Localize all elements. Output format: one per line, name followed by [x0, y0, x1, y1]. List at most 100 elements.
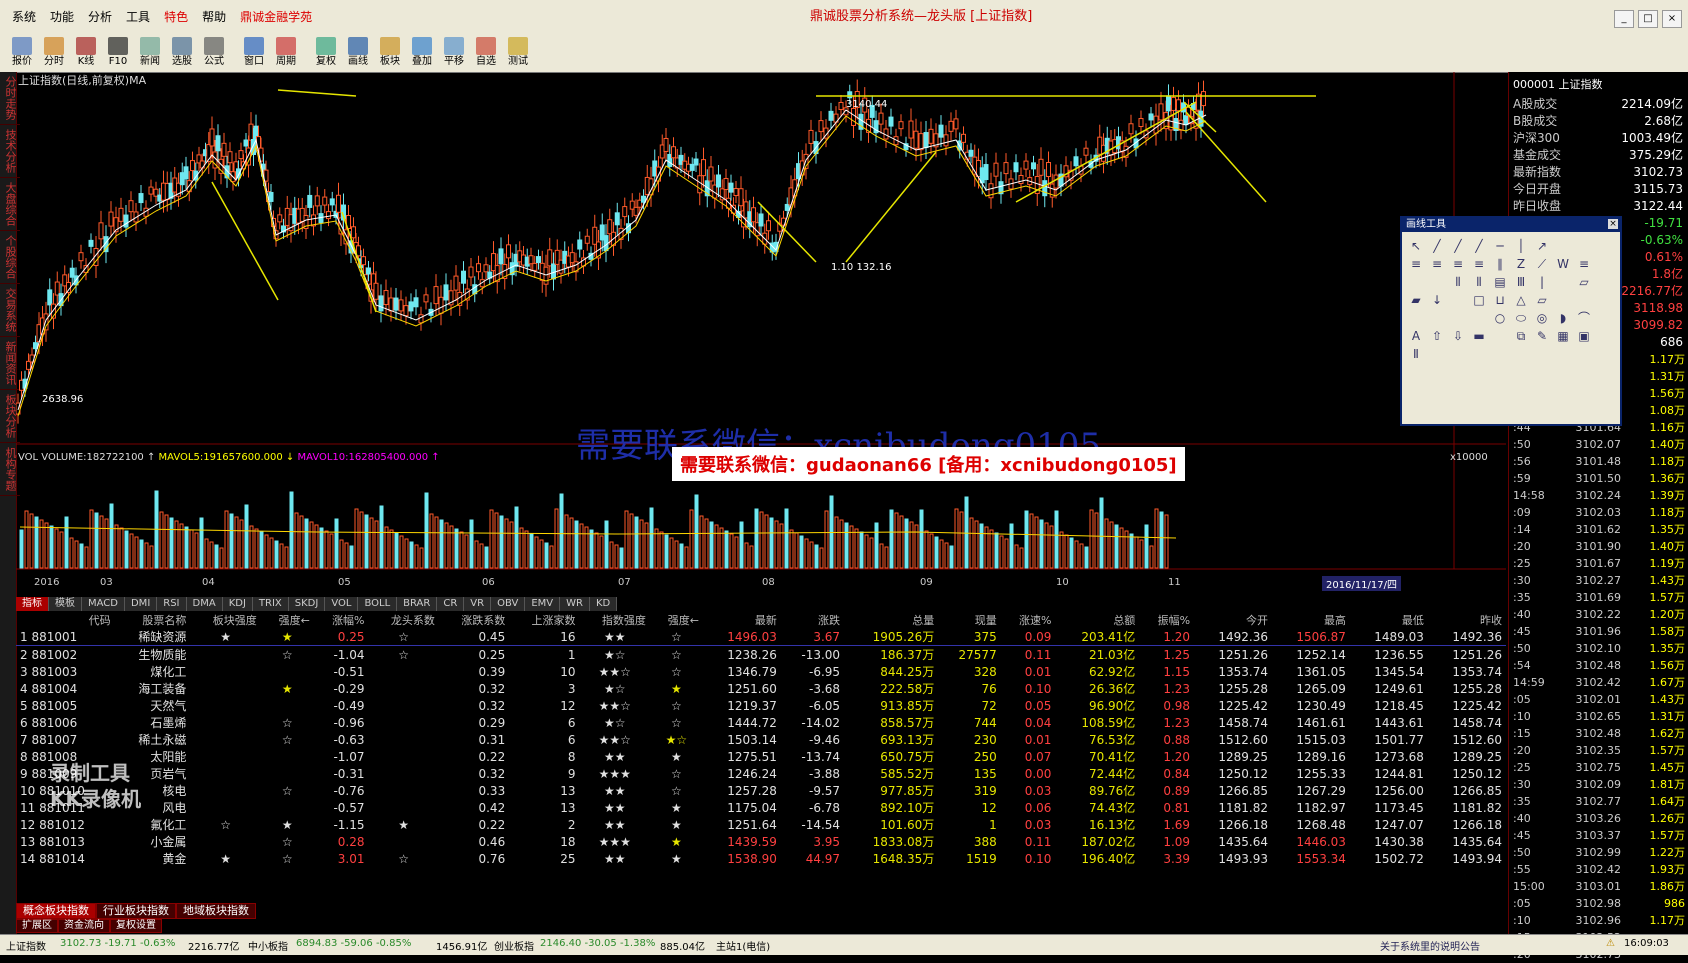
toolbar-button[interactable]: 窗口	[240, 34, 268, 72]
column-header[interactable]: 上涨家数	[509, 612, 579, 628]
drawing-tool-icon[interactable]: ◎	[1534, 310, 1550, 326]
drawing-tool-icon[interactable]: ↓	[1429, 292, 1445, 308]
drawing-tool-icon[interactable]: ⊔	[1492, 292, 1508, 308]
toolbar-button[interactable]: 选股	[168, 34, 196, 72]
drawing-tool-icon[interactable]: ≡	[1408, 256, 1424, 272]
column-header[interactable]: 涨幅%	[314, 612, 369, 628]
indicator-tab[interactable]: KD	[589, 597, 618, 611]
column-header[interactable]: 代码	[16, 612, 115, 628]
toolbar-button[interactable]: 复权	[312, 34, 340, 72]
drawing-tool-icon[interactable]: ⦀	[1471, 274, 1487, 290]
drawing-tool-icon[interactable]: ↗	[1534, 238, 1550, 254]
drawing-tool-icon[interactable]: Z	[1513, 256, 1529, 272]
table-row[interactable]: 13 881013 小金属 ☆ 0.28 0.46 18 ★★★ ★ 1439.59 3.95 18…	[16, 833, 1506, 850]
drawing-tool-icon[interactable]: ▤	[1492, 274, 1508, 290]
drawing-tool-icon[interactable]: ╱	[1471, 238, 1487, 254]
table-row[interactable]: 8 881008 太阳能 -1.07 0.22 8 ★★ ★ 1275.51 -13.74 650…	[16, 748, 1506, 765]
drawing-tool-icon[interactable]: ↖	[1408, 238, 1424, 254]
indicator-tab[interactable]: WR	[560, 597, 590, 611]
column-header[interactable]: 最高	[1272, 612, 1350, 628]
drawing-tool-icon[interactable]: ≡	[1429, 256, 1445, 272]
table-row[interactable]: 14 881014 黄金 ★ ☆ 3.01 ☆ 0.76 25 ★★ ★ 1538.90 44.97 1…	[16, 850, 1506, 867]
indicator-tab[interactable]: SKDJ	[288, 597, 326, 611]
table-row[interactable]: 12 881012 氟化工 ☆ ★ -1.15 ★ 0.22 2 ★★ ★ 1251.64 -14.5…	[16, 816, 1506, 833]
drawing-tool-icon[interactable]: ▣	[1576, 328, 1592, 344]
column-header[interactable]: 涨跌系数	[439, 612, 509, 628]
indicator-tab[interactable]: MACD	[82, 597, 125, 611]
palette-titlebar[interactable]: 画线工具 ×	[1402, 218, 1620, 232]
indicator-tab[interactable]: RSI	[157, 597, 187, 611]
toolbar-button[interactable]: 新闻	[136, 34, 164, 72]
extra-tab[interactable]: 资金流向	[58, 919, 110, 933]
drawing-tool-icon[interactable]: ╱	[1450, 238, 1466, 254]
drawing-tool-icon[interactable]: ≡	[1471, 256, 1487, 272]
indicator-tab[interactable]: EMV	[525, 597, 561, 611]
drawing-tool-icon[interactable]: ▬	[1471, 328, 1487, 344]
drawing-tool-icon[interactable]: ≡	[1576, 256, 1592, 272]
menu-item[interactable]: 系统	[12, 6, 36, 28]
drawing-tool-icon[interactable]: △	[1513, 292, 1529, 308]
column-header[interactable]: 强度←	[261, 612, 314, 628]
toolbar-button[interactable]: 测试	[504, 34, 532, 72]
table-row[interactable]: 1 881001 稀缺资源 ★ ★ 0.25 ☆ 0.45 16 ★★ ☆ 1496.03 3.67 1…	[16, 628, 1506, 646]
drawing-tool-icon[interactable]: ▰	[1408, 292, 1424, 308]
column-header[interactable]: 最新	[703, 612, 781, 628]
column-header[interactable]: 现量	[938, 612, 1000, 628]
column-header[interactable]: 最低	[1350, 612, 1428, 628]
column-header[interactable]: 昨收	[1428, 612, 1506, 628]
drawing-tool-icon[interactable]: ⇧	[1429, 328, 1445, 344]
indicator-tab[interactable]: 指标	[16, 597, 49, 611]
sector-tab[interactable]: 概念板块指数	[16, 903, 96, 919]
extra-tab[interactable]: 扩展区	[16, 919, 58, 933]
toolbar-button[interactable]: 周期	[272, 34, 300, 72]
table-row[interactable]: 6 881006 石墨烯 ☆ -0.96 0.29 6 ★☆ ☆ 1444.72 -14.02 85…	[16, 714, 1506, 731]
toolbar-button[interactable]: F10	[104, 34, 132, 72]
close-button[interactable]: ×	[1662, 10, 1682, 28]
table-row[interactable]: 10 881010 核电 ☆ -0.76 0.33 13 ★★ ☆ 1257.28 -9.57 97…	[16, 782, 1506, 799]
table-row[interactable]: 11 881011 风电 -0.57 0.42 13 ★★ ★ 1175.04 -6.78 892…	[16, 799, 1506, 816]
column-header[interactable]: 龙头系数	[369, 612, 439, 628]
drawing-tool-icon[interactable]: ⧉	[1513, 328, 1529, 344]
drawing-tool-icon[interactable]: □	[1471, 292, 1487, 308]
menu-item[interactable]: 特色	[164, 6, 188, 28]
indicator-tab[interactable]: CR	[437, 597, 465, 611]
column-header[interactable]: 振幅%	[1139, 612, 1194, 628]
drawing-tool-icon[interactable]: ○	[1492, 310, 1508, 326]
indicator-tab[interactable]: BRAR	[397, 597, 438, 611]
drawing-tool-icon[interactable]: ✎	[1534, 328, 1550, 344]
indicator-tab[interactable]: OBV	[491, 597, 526, 611]
status-notice[interactable]: 关于系统里的说明公告	[1380, 938, 1480, 953]
drawing-tool-icon[interactable]: A	[1408, 328, 1424, 344]
status-sh-label[interactable]: 上证指数	[6, 938, 46, 953]
drawing-tool-icon[interactable]: ─	[1492, 238, 1508, 254]
column-header[interactable]: 指数强度	[580, 612, 650, 628]
column-header[interactable]: 股票名称	[115, 612, 191, 628]
menu-item[interactable]: 鼎诚金融学苑	[240, 6, 312, 28]
indicator-tab[interactable]: KDJ	[222, 597, 253, 611]
column-header[interactable]: 涨跌	[781, 612, 844, 628]
drawing-tool-icon[interactable]: ≡	[1450, 256, 1466, 272]
minimize-button[interactable]: _	[1614, 10, 1634, 28]
column-header[interactable]: 总额	[1055, 612, 1139, 628]
drawing-tool-icon[interactable]: ⇩	[1450, 328, 1466, 344]
column-header[interactable]: 今开	[1194, 612, 1272, 628]
drawing-tools-palette[interactable]: 画线工具 × ↖ ╱ ╱ ╱ ─ │ ↗ ≡ ≡ ≡ ≡ ∥ Z ⟋ W ≡ ⦀ ⦀ ▤ Ⅲ | ▱ ▰ ↓ □ ⊔ △ ▱ ○ ⬭ ◎ ◗ ⌒…	[1400, 216, 1622, 426]
drawing-tool-icon[interactable]: W	[1555, 256, 1571, 272]
toolbar-button[interactable]: 分时	[40, 34, 68, 72]
column-header[interactable]: 强度←	[650, 612, 703, 628]
menu-item[interactable]: 功能	[50, 6, 74, 28]
menu-item[interactable]: 分析	[88, 6, 112, 28]
indicator-tab[interactable]: DMI	[124, 597, 158, 611]
drawing-tool-icon[interactable]: ⌒	[1576, 310, 1592, 326]
toolbar-button[interactable]: 板块	[376, 34, 404, 72]
drawing-tool-icon[interactable]: ∥	[1492, 256, 1508, 272]
menu-item[interactable]: 帮助	[202, 6, 226, 28]
indicator-tab[interactable]: BOLL	[358, 597, 398, 611]
column-header[interactable]: 涨速%	[1001, 612, 1056, 628]
indicator-tab[interactable]: DMA	[186, 597, 223, 611]
toolbar-button[interactable]: 自选	[472, 34, 500, 72]
drawing-tool-icon[interactable]: ╱	[1429, 238, 1445, 254]
status-cy-label[interactable]: 创业板指	[494, 938, 534, 953]
drawing-tool-icon[interactable]: │	[1513, 238, 1529, 254]
column-header[interactable]: 总量	[844, 612, 938, 628]
